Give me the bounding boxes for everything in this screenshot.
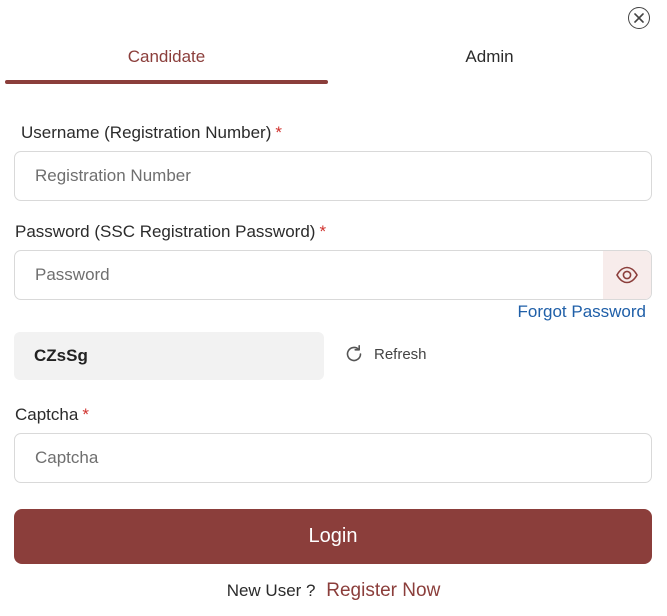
required-mark: *	[82, 405, 89, 424]
captcha-code: CZsSg	[14, 332, 324, 380]
refresh-captcha-button[interactable]: Refresh	[344, 344, 427, 364]
username-label: Username (Registration Number) *	[21, 123, 282, 143]
new-user-text: New User ?	[226, 581, 316, 600]
toggle-password-visibility-button[interactable]	[603, 251, 651, 299]
close-icon	[634, 13, 644, 23]
refresh-label: Refresh	[374, 345, 427, 363]
tab-candidate-label: Candidate	[127, 47, 206, 66]
register-prompt-line: New User ? Register Now	[0, 580, 667, 602]
tab-admin[interactable]: Admin	[328, 40, 651, 86]
username-label-text: Username (Registration Number)	[21, 123, 272, 142]
required-mark: *	[319, 222, 327, 241]
password-field	[14, 250, 652, 300]
close-button[interactable]	[628, 7, 650, 29]
username-input[interactable]	[14, 151, 652, 201]
captcha-input[interactable]	[14, 433, 652, 483]
password-label: Password (SSC Registration Password) *	[15, 222, 326, 242]
refresh-icon	[346, 345, 362, 362]
login-button[interactable]: Login	[14, 509, 652, 564]
tab-admin-label: Admin	[465, 47, 514, 66]
login-tabs: Candidate Admin	[5, 40, 651, 86]
active-tab-indicator	[5, 80, 328, 84]
captcha-label-text: Captcha	[15, 405, 79, 424]
password-label-text: Password (SSC Registration Password)	[15, 222, 316, 241]
register-now-link[interactable]: Register Now	[326, 580, 440, 601]
password-input[interactable]	[15, 251, 603, 299]
captcha-label: Captcha *	[15, 405, 89, 425]
eye-icon	[616, 266, 638, 284]
forgot-password-link[interactable]: Forgot Password	[518, 302, 647, 322]
required-mark: *	[275, 123, 282, 142]
